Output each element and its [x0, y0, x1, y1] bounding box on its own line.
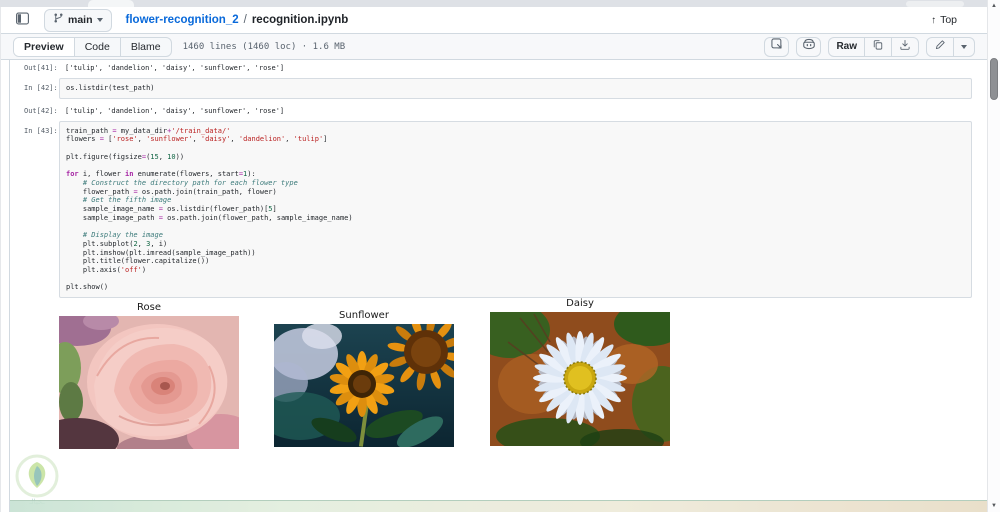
copilot-button[interactable] — [796, 36, 822, 57]
sidebar-toggle-button[interactable] — [13, 9, 32, 31]
tab-blame[interactable]: Blame — [119, 37, 171, 56]
browser-chrome-strip — [0, 0, 1000, 7]
chevron-down-icon — [96, 18, 103, 22]
panel-icon — [15, 11, 30, 29]
scrollbar-up-arrow[interactable]: ▲ — [988, 2, 1000, 10]
code-editor: train_path = my_data_dir+'/train_data/' f… — [59, 120, 972, 299]
output-cell: Out[42]: ['tulip', 'dandelion', 'daisy', … — [10, 107, 987, 116]
output-prompt: Out[42]: — [24, 106, 58, 115]
output-text: ['tulip', 'dandelion', 'daisy', 'sunflow… — [65, 64, 285, 72]
file-meta-info: 1460 lines (1460 loc) · 1.6 MB — [182, 41, 346, 52]
copy-button[interactable] — [864, 37, 891, 56]
output-cell: Out[41]: ['tulip', 'dandelion', 'daisy', … — [10, 64, 987, 73]
copy-icon — [872, 39, 884, 54]
copilot-icon — [802, 37, 816, 56]
view-tabs: Preview Code Blame — [13, 36, 172, 57]
breadcrumb-file-name: recognition.ipynb — [251, 14, 349, 26]
file-toolbar: Preview Code Blame 1460 lines (1460 loc)… — [1, 34, 987, 60]
notebook-preview: Out[41]: ['tulip', 'dandelion', 'daisy', … — [9, 60, 988, 512]
tab-preview[interactable]: Preview — [14, 37, 74, 56]
tab-code[interactable]: Code — [73, 37, 120, 56]
scroll-to-top-link[interactable]: ↑ Top — [931, 14, 957, 26]
figure-title-daisy: Daisy — [566, 298, 594, 310]
file-header-bar: main flower-recognition_2 / recognition.ip… — [1, 7, 987, 34]
pencil-icon — [934, 39, 946, 54]
figure-title-sunflower: Sunflower — [339, 310, 389, 322]
git-branch-icon — [53, 11, 64, 29]
figure-output: Rose Sunflower Daisy — [10, 298, 987, 466]
figure-title-rose: Rose — [137, 302, 161, 314]
input-cell: In [43]: train_path = my_data_dir+'/train… — [10, 120, 987, 299]
branch-selector[interactable]: main — [44, 8, 112, 32]
github-file-page: main flower-recognition_2 / recognition.ip… — [0, 7, 988, 512]
figure-sunflower: Sunflower — [274, 310, 454, 448]
browser-tab-hint — [88, 0, 134, 7]
bottom-gradient-strip — [10, 500, 987, 512]
output-text: ['tulip', 'dandelion', 'daisy', 'sunflow… — [65, 106, 285, 115]
input-cell: In [42]: os.listdir(test_path) — [10, 78, 987, 99]
raw-button[interactable]: Raw — [829, 38, 864, 56]
symbols-panel-icon — [770, 37, 784, 56]
raw-copy-download-group: Raw — [828, 36, 919, 57]
figure-rose: Rose — [59, 302, 239, 450]
scrollbar: ▲ ▼ — [987, 0, 1000, 512]
scrollbar-down-arrow[interactable]: ▼ — [988, 502, 1000, 510]
top-label: Top — [940, 14, 957, 26]
code-editor: os.listdir(test_path) — [59, 78, 972, 99]
input-prompt: In [42]: — [24, 84, 58, 92]
output-prompt: Out[41]: — [24, 64, 58, 72]
breadcrumb: flower-recognition_2 / recognition.ipynb — [126, 14, 349, 26]
edit-button[interactable] — [927, 38, 953, 56]
notebook-cells: Out[41]: ['tulip', 'dandelion', 'daisy', … — [10, 64, 987, 299]
figure-daisy: Daisy — [490, 298, 670, 447]
breadcrumb-separator: / — [243, 14, 247, 26]
up-arrow-icon: ↑ — [931, 14, 937, 26]
chevron-down-icon — [961, 44, 967, 49]
toolbar-actions: Raw — [764, 36, 975, 57]
edit-more-button[interactable] — [953, 37, 974, 56]
breadcrumb-repo-link[interactable]: flower-recognition_2 — [126, 14, 239, 26]
sunflower-image — [274, 324, 454, 448]
input-prompt: In [43]: — [24, 126, 58, 135]
symbols-panel-button[interactable] — [764, 36, 790, 57]
branch-name: main — [68, 14, 93, 26]
scrollbar-thumb[interactable] — [990, 58, 998, 100]
download-icon — [899, 39, 911, 54]
rose-image — [59, 316, 239, 450]
edit-group — [926, 36, 975, 57]
daisy-image — [490, 312, 670, 447]
download-button[interactable] — [891, 37, 918, 56]
